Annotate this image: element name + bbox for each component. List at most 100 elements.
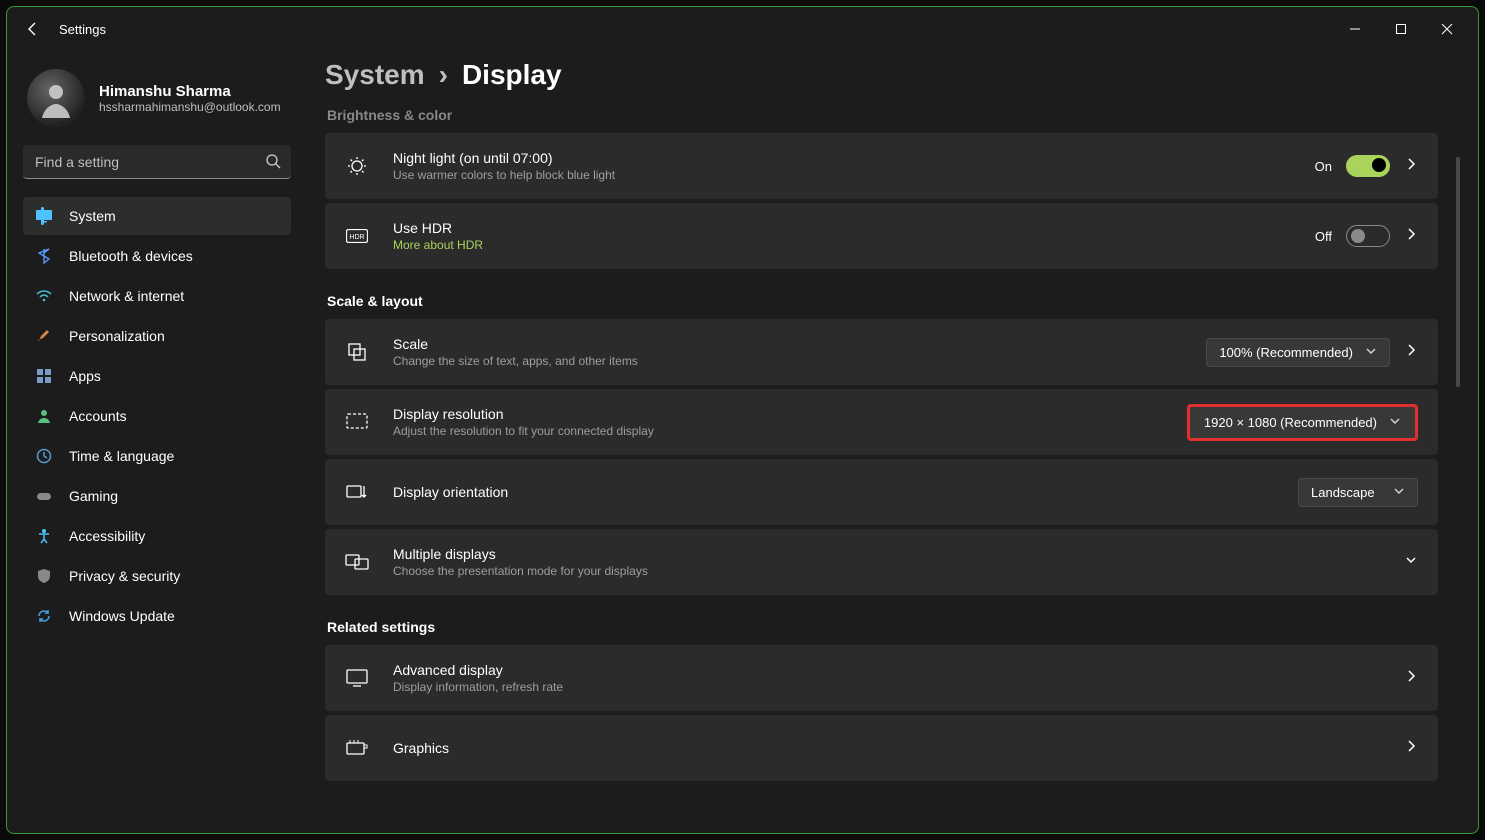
profile-block[interactable]: Himanshu Sharma hssharmahimanshu@outlook… bbox=[23, 63, 291, 145]
row-subtitle: Adjust the resolution to fit your connec… bbox=[393, 424, 654, 438]
search-icon bbox=[265, 153, 281, 174]
bluetooth-icon bbox=[35, 247, 53, 265]
hdr-toggle[interactable] bbox=[1346, 225, 1390, 247]
hdr-icon: HDR bbox=[345, 229, 369, 243]
row-title: Display orientation bbox=[393, 484, 508, 500]
multiple-displays-icon bbox=[345, 553, 369, 571]
row-title: Display resolution bbox=[393, 406, 654, 422]
nav-item-time[interactable]: Time & language bbox=[23, 437, 291, 475]
hdr-more-link[interactable]: More about HDR bbox=[393, 238, 483, 252]
section-brightness-header: Brightness & color bbox=[327, 107, 1438, 123]
row-scale[interactable]: Scale Change the size of text, apps, and… bbox=[325, 319, 1438, 385]
nav-item-network[interactable]: Network & internet bbox=[23, 277, 291, 315]
dropdown-value: 100% (Recommended) bbox=[1219, 345, 1353, 360]
chevron-right-icon bbox=[1404, 157, 1418, 176]
minimize-button[interactable] bbox=[1332, 13, 1378, 45]
graphics-icon bbox=[345, 739, 369, 757]
nav-label: Network & internet bbox=[69, 288, 184, 304]
section-scale-header: Scale & layout bbox=[327, 293, 1438, 309]
orientation-dropdown[interactable]: Landscape bbox=[1298, 478, 1418, 507]
shield-icon bbox=[35, 567, 53, 585]
back-button[interactable] bbox=[25, 21, 41, 37]
scrollbar[interactable] bbox=[1456, 157, 1460, 387]
row-orientation[interactable]: Display orientation Landscape bbox=[325, 459, 1438, 525]
nav-label: Personalization bbox=[69, 328, 165, 344]
row-subtitle: Use warmer colors to help block blue lig… bbox=[393, 168, 615, 182]
chevron-right-icon bbox=[1404, 739, 1418, 758]
nav-label: Time & language bbox=[69, 448, 174, 464]
resolution-dropdown[interactable]: 1920 × 1080 (Recommended) bbox=[1187, 404, 1418, 441]
breadcrumb-parent[interactable]: System bbox=[325, 59, 425, 91]
nav-item-privacy[interactable]: Privacy & security bbox=[23, 557, 291, 595]
nav-item-update[interactable]: Windows Update bbox=[23, 597, 291, 635]
breadcrumb: System › Display bbox=[325, 59, 1438, 105]
maximize-button[interactable] bbox=[1378, 13, 1424, 45]
chevron-right-icon: › bbox=[439, 59, 448, 91]
svg-text:HDR: HDR bbox=[349, 234, 364, 241]
nav-item-personalization[interactable]: Personalization bbox=[23, 317, 291, 355]
nav-label: Accounts bbox=[69, 408, 127, 424]
nav-item-accessibility[interactable]: Accessibility bbox=[23, 517, 291, 555]
chevron-down-icon bbox=[1389, 415, 1401, 430]
toggle-label: On bbox=[1315, 159, 1332, 174]
chevron-right-icon bbox=[1404, 669, 1418, 688]
nav-item-bluetooth[interactable]: Bluetooth & devices bbox=[23, 237, 291, 275]
scale-icon bbox=[345, 342, 369, 362]
row-title: Scale bbox=[393, 336, 638, 352]
row-title: Night light (on until 07:00) bbox=[393, 150, 615, 166]
person-icon bbox=[35, 407, 53, 425]
row-title: Use HDR bbox=[393, 220, 483, 236]
dropdown-value: Landscape bbox=[1311, 485, 1375, 500]
row-hdr[interactable]: HDR Use HDR More about HDR Off bbox=[325, 203, 1438, 269]
chevron-down-icon bbox=[1404, 553, 1418, 572]
main-content: System › Display Brightness & color Nigh… bbox=[307, 51, 1478, 833]
nav-label: Gaming bbox=[69, 488, 118, 504]
nightlight-icon bbox=[345, 156, 369, 176]
toggle-label: Off bbox=[1315, 229, 1332, 244]
close-button[interactable] bbox=[1424, 13, 1470, 45]
nav-item-accounts[interactable]: Accounts bbox=[23, 397, 291, 435]
gamepad-icon bbox=[35, 487, 53, 505]
chevron-down-icon bbox=[1393, 485, 1405, 500]
row-resolution[interactable]: Display resolution Adjust the resolution… bbox=[325, 389, 1438, 455]
chevron-down-icon bbox=[1365, 345, 1377, 360]
nav-label: Windows Update bbox=[69, 608, 175, 624]
row-title: Multiple displays bbox=[393, 546, 648, 562]
nav-item-gaming[interactable]: Gaming bbox=[23, 477, 291, 515]
search-input[interactable] bbox=[23, 145, 291, 179]
row-subtitle: Choose the presentation mode for your di… bbox=[393, 564, 648, 578]
scale-dropdown[interactable]: 100% (Recommended) bbox=[1206, 338, 1390, 367]
display-icon bbox=[35, 207, 53, 225]
nav-label: Apps bbox=[69, 368, 101, 384]
profile-name: Himanshu Sharma bbox=[99, 83, 281, 100]
row-title: Graphics bbox=[393, 740, 449, 756]
row-graphics[interactable]: Graphics bbox=[325, 715, 1438, 781]
settings-window: Settings Himanshu Sharma hssharmahiman bbox=[6, 6, 1479, 834]
wifi-icon bbox=[35, 287, 53, 305]
search-box bbox=[23, 145, 291, 179]
row-advanced-display[interactable]: Advanced display Display information, re… bbox=[325, 645, 1438, 711]
row-title: Advanced display bbox=[393, 662, 563, 678]
clock-icon bbox=[35, 447, 53, 465]
titlebar: Settings bbox=[7, 7, 1478, 51]
profile-email: hssharmahimanshu@outlook.com bbox=[99, 100, 281, 114]
brush-icon bbox=[35, 327, 53, 345]
row-night-light[interactable]: Night light (on until 07:00) Use warmer … bbox=[325, 133, 1438, 199]
accessibility-icon bbox=[35, 527, 53, 545]
sidebar: Himanshu Sharma hssharmahimanshu@outlook… bbox=[7, 51, 307, 833]
monitor-icon bbox=[345, 669, 369, 687]
apps-icon bbox=[35, 367, 53, 385]
breadcrumb-current: Display bbox=[462, 59, 562, 91]
nav-item-apps[interactable]: Apps bbox=[23, 357, 291, 395]
row-subtitle: Change the size of text, apps, and other… bbox=[393, 354, 638, 368]
window-title: Settings bbox=[59, 22, 106, 37]
row-multiple-displays[interactable]: Multiple displays Choose the presentatio… bbox=[325, 529, 1438, 595]
nav-item-system[interactable]: System bbox=[23, 197, 291, 235]
section-related-header: Related settings bbox=[327, 619, 1438, 635]
nav-label: System bbox=[69, 208, 116, 224]
nav-label: Bluetooth & devices bbox=[69, 248, 193, 264]
chevron-right-icon bbox=[1404, 227, 1418, 246]
nav-list: System Bluetooth & devices Network & int… bbox=[23, 197, 291, 635]
avatar bbox=[27, 69, 85, 127]
nightlight-toggle[interactable] bbox=[1346, 155, 1390, 177]
